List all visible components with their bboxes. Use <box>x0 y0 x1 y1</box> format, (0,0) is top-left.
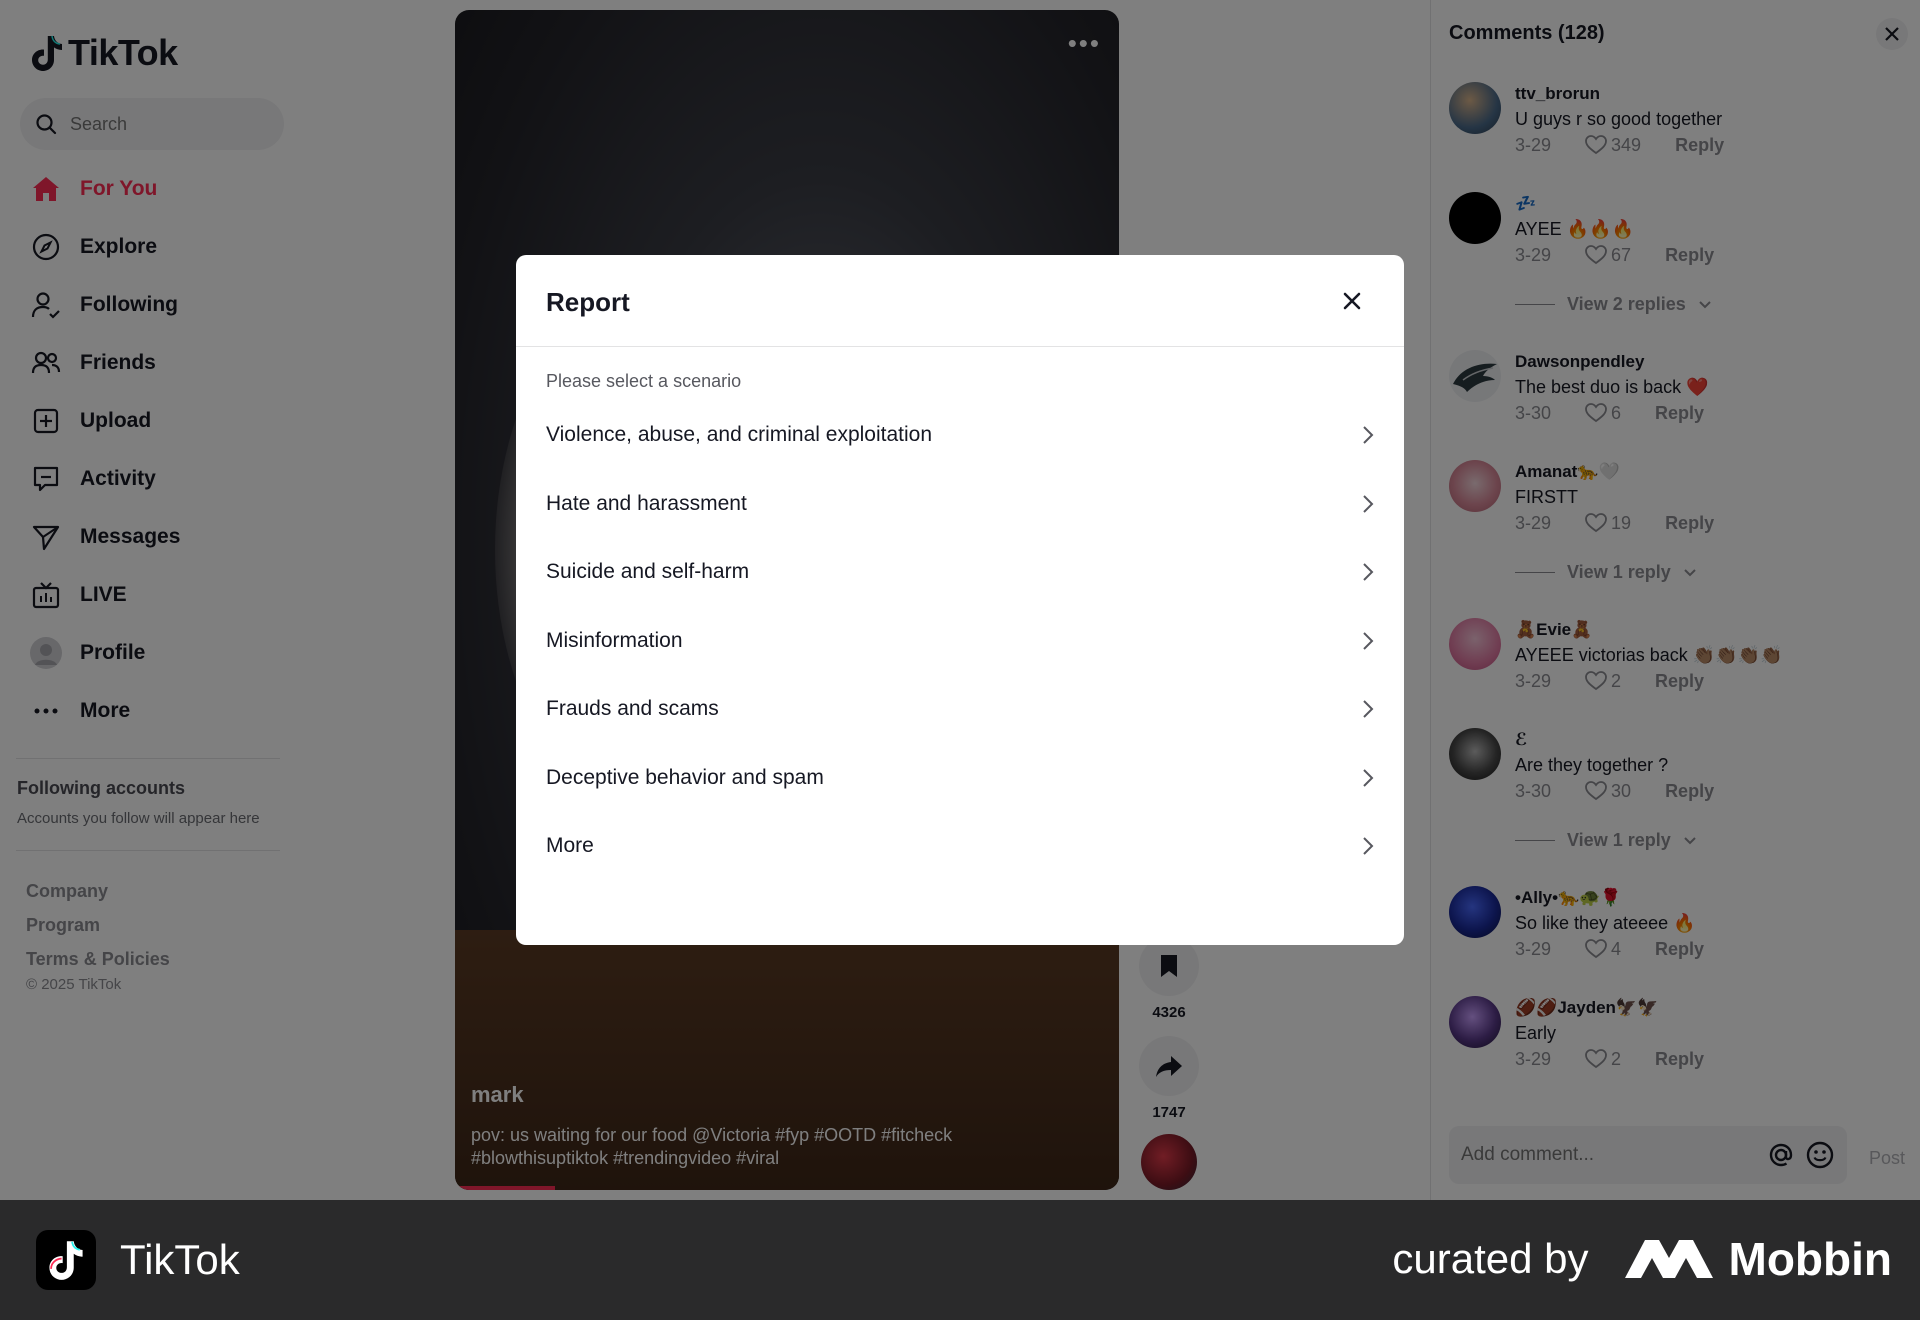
report-option-label: Deceptive behavior and spam <box>546 765 824 789</box>
chevron-right-icon <box>1363 563 1374 581</box>
report-modal-subtitle: Please select a scenario <box>546 371 742 391</box>
report-option-frauds[interactable]: Frauds and scams <box>516 675 1404 744</box>
chevron-right-icon <box>1363 632 1374 650</box>
report-option-label: Frauds and scams <box>546 697 719 721</box>
report-modal-title: Report <box>546 287 630 317</box>
report-option-label: Violence, abuse, and criminal exploitati… <box>546 423 933 447</box>
report-option-suicide[interactable]: Suicide and self-harm <box>516 538 1404 607</box>
tiktok-app-icon <box>36 1230 96 1290</box>
brand-app: TikTok <box>36 1230 240 1290</box>
report-option-label: Hate and harassment <box>546 491 747 515</box>
report-option-hate[interactable]: Hate and harassment <box>516 470 1404 539</box>
report-option-misinformation[interactable]: Misinformation <box>516 607 1404 676</box>
chevron-right-icon <box>1363 837 1374 855</box>
report-option-label: Misinformation <box>546 628 683 652</box>
report-option-label: More <box>546 834 594 858</box>
report-options-list: Violence, abuse, and criminal exploitati… <box>516 401 1404 881</box>
mobbin-logo: Mobbin <box>1624 1232 1893 1286</box>
brand-bar: TikTok curated by Mobbin <box>0 1200 1920 1320</box>
curated-by: curated by Mobbin <box>1392 1232 1892 1286</box>
mobbin-name: Mobbin <box>1728 1233 1893 1285</box>
chevron-right-icon <box>1363 769 1374 787</box>
chevron-right-icon <box>1363 426 1374 444</box>
report-option-violence[interactable]: Violence, abuse, and criminal exploitati… <box>516 401 1404 470</box>
report-option-more[interactable]: More <box>516 812 1404 881</box>
report-option-label: Suicide and self-harm <box>546 560 750 584</box>
curated-by-label: curated by <box>1392 1235 1589 1282</box>
chevron-right-icon <box>1363 495 1374 513</box>
brand-app-name: TikTok <box>120 1236 240 1283</box>
report-option-deceptive[interactable]: Deceptive behavior and spam <box>516 744 1404 813</box>
chevron-right-icon <box>1363 700 1374 718</box>
report-modal-header: Report <box>516 255 1404 347</box>
close-icon[interactable] <box>1340 289 1364 313</box>
mobbin-mark-icon <box>1624 1240 1713 1278</box>
report-modal: Report Please select a scenario Violence… <box>516 255 1404 945</box>
